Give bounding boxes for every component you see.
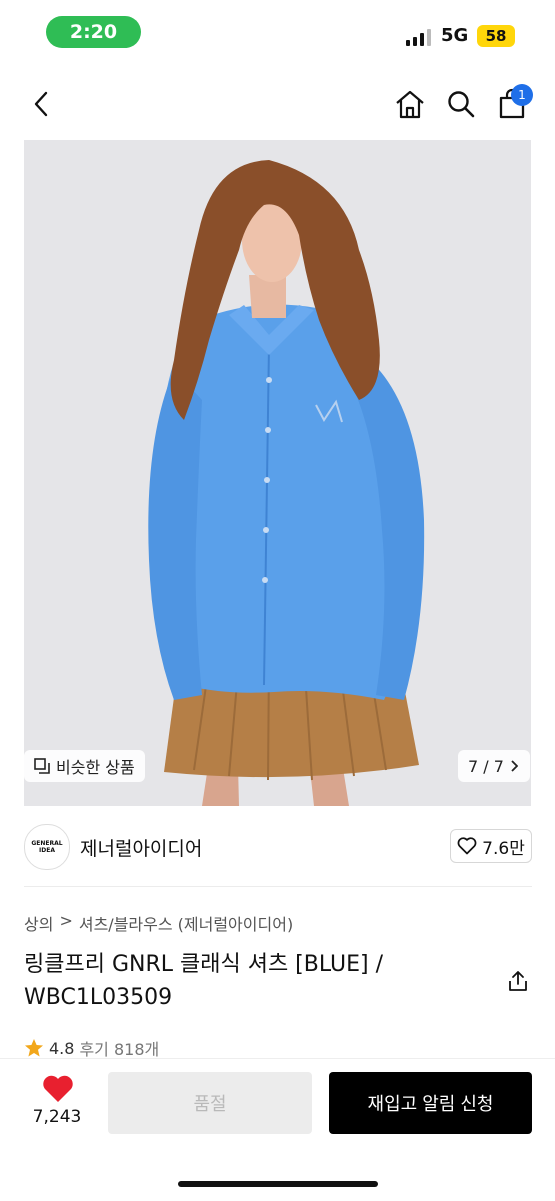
back-button[interactable] <box>26 88 56 120</box>
heart-outline-icon <box>457 837 477 855</box>
image-counter[interactable]: 7 / 7 <box>458 750 530 782</box>
breadcrumb: 상의 > 셔츠/블라우스 (제너럴아이디어) <box>24 911 293 935</box>
restock-alert-button[interactable]: 재입고 알림 신청 <box>329 1072 532 1134</box>
cart-count-badge: 1 <box>511 84 533 106</box>
brand-logo[interactable]: GENERAL IDEA <box>24 824 70 870</box>
rating-score: 4.8 <box>49 1038 75 1058</box>
product-image[interactable]: 비슷한 상품 7 / 7 <box>24 140 531 806</box>
breadcrumb-item[interactable]: 상의 <box>24 911 53 935</box>
divider <box>24 886 532 887</box>
brand-like-count: 7.6만 <box>482 838 525 859</box>
share-button[interactable] <box>506 969 530 993</box>
search-icon <box>448 91 475 118</box>
share-icon <box>509 971 527 991</box>
search-button[interactable] <box>443 86 479 122</box>
brand-like-button[interactable]: 7.6만 <box>450 829 532 863</box>
similar-products-button[interactable]: 비슷한 상품 <box>24 750 145 782</box>
battery-level: 58 <box>477 25 515 47</box>
model-photo <box>24 140 531 806</box>
breadcrumb-separator: > <box>59 911 73 930</box>
similar-products-label: 비슷한 상품 <box>56 758 135 777</box>
network-type: 5G <box>441 25 469 46</box>
heart-filled-icon <box>43 1075 73 1102</box>
star-icon <box>25 1039 43 1057</box>
similar-icon <box>34 758 50 774</box>
home-button[interactable] <box>392 86 428 122</box>
home-indicator <box>178 1181 378 1187</box>
soldout-button[interactable]: 품절 <box>108 1072 312 1134</box>
rating-row[interactable]: 4.8 후기 818개 <box>24 1038 159 1058</box>
brand-logo-text: GENERAL IDEA <box>31 840 63 854</box>
chevron-right-icon <box>511 760 518 772</box>
home-icon <box>396 90 424 119</box>
brand-name[interactable]: 제너럴아이디어 <box>80 834 202 861</box>
wishlist-button[interactable] <box>38 1072 78 1106</box>
breadcrumb-item[interactable]: 셔츠/블라우스 (제너럴아이디어) <box>79 911 293 935</box>
status-time: 2:20 <box>46 16 141 48</box>
product-title: 링클프리 GNRL 클래식 셔츠 [BLUE] / WBC1L03509 <box>24 952 384 1010</box>
back-icon <box>34 91 48 117</box>
wishlist-count: 7,243 <box>32 1107 82 1127</box>
review-count: 후기 818개 <box>79 1040 160 1058</box>
image-counter-label: 7 / 7 <box>468 756 504 776</box>
signal-icon <box>406 28 434 46</box>
